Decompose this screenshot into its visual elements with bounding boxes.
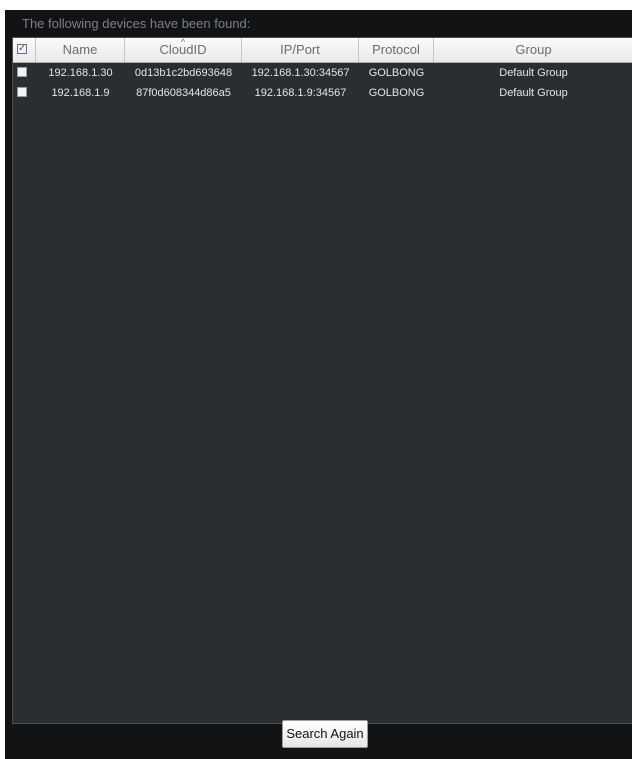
search-again-button[interactable]: Search Again xyxy=(282,720,368,748)
device-name: 192.168.1.9 xyxy=(51,87,110,99)
device-name: 192.168.1.30 xyxy=(48,67,113,79)
device-group: Default Group xyxy=(499,87,568,99)
column-header-ipport[interactable]: IP/Port xyxy=(242,38,359,62)
device-protocol: GOLBONG xyxy=(368,87,425,99)
device-group: Default Group xyxy=(499,67,568,79)
device-ipport: 192.168.1.30:34567 xyxy=(251,67,350,79)
table-row[interactable]: 192.168.1.30 0d13b1c2bd693648 192.168.1.… xyxy=(13,63,632,83)
column-header-name-label: Name xyxy=(62,42,98,57)
column-header-protocol-label: Protocol xyxy=(372,42,420,57)
device-ipport: 192.168.1.9:34567 xyxy=(254,87,347,99)
select-all-checkbox[interactable]: ✓ xyxy=(17,44,27,54)
column-header-name[interactable]: Name xyxy=(36,38,125,62)
table-header: ✓ Name ^ CloudID IP/Port Protocol Group xyxy=(13,38,632,63)
device-protocol: GOLBONG xyxy=(368,67,425,79)
device-table: ✓ Name ^ CloudID IP/Port Protocol Group … xyxy=(12,37,632,724)
device-cloudid: 87f0d608344d86a5 xyxy=(136,87,231,99)
column-header-group[interactable]: Group xyxy=(434,38,632,62)
column-header-cloudid[interactable]: ^ CloudID xyxy=(125,38,242,62)
row-checkbox[interactable] xyxy=(17,67,27,77)
table-row[interactable]: 192.168.1.9 87f0d608344d86a5 192.168.1.9… xyxy=(13,83,632,103)
row-checkbox[interactable] xyxy=(17,87,27,97)
select-all-cell: ✓ xyxy=(13,38,36,62)
sort-ascending-icon: ^ xyxy=(180,37,186,47)
column-header-protocol[interactable]: Protocol xyxy=(359,38,434,62)
found-devices-caption: The following devices have been found: xyxy=(22,16,251,31)
device-search-dialog: The following devices have been found: ✓… xyxy=(5,10,632,759)
device-cloudid: 0d13b1c2bd693648 xyxy=(134,67,233,79)
column-header-ipport-label: IP/Port xyxy=(280,42,320,57)
column-header-group-label: Group xyxy=(515,42,552,57)
